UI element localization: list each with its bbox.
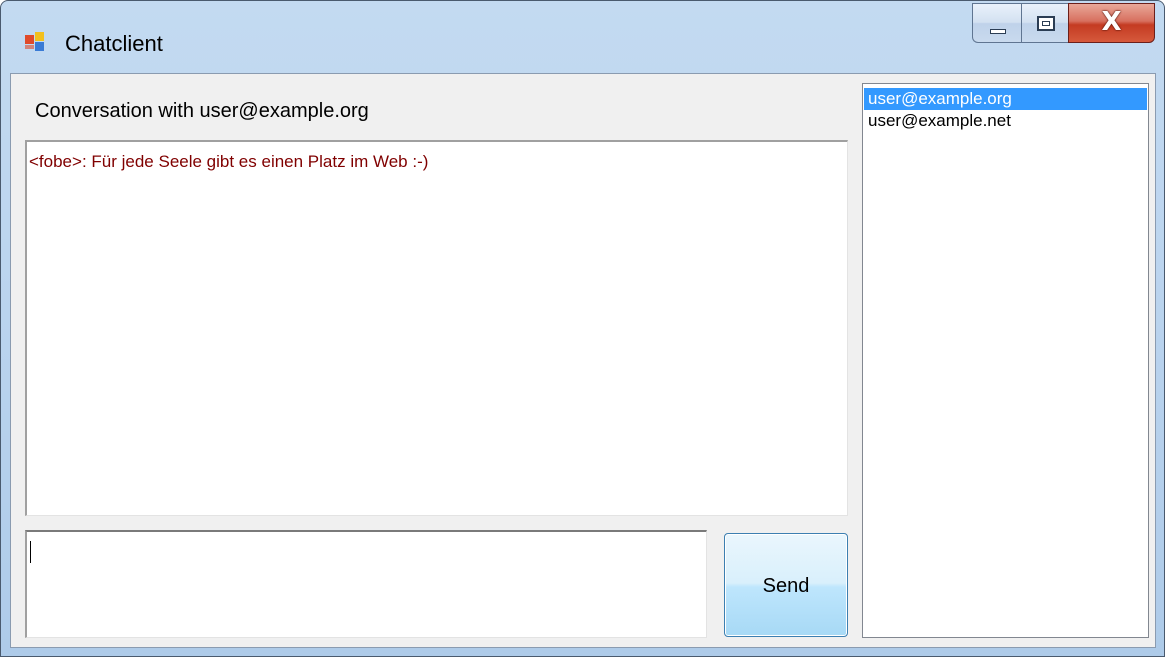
minimize-icon (990, 29, 1006, 34)
client-area: Conversation with user@example.org <fobe… (10, 73, 1156, 648)
maximize-icon (1037, 16, 1055, 31)
app-window: Chatclient X Conversation with user@exam… (0, 0, 1165, 657)
user-list[interactable]: user@example.org user@example.net (862, 83, 1149, 638)
send-button[interactable]: Send (724, 533, 848, 637)
minimize-button[interactable] (972, 3, 1021, 43)
text-caret (30, 541, 31, 563)
close-icon: X (1101, 7, 1122, 37)
maximize-button[interactable] (1021, 3, 1068, 43)
send-button-label: Send (762, 575, 810, 597)
title-bar[interactable]: Chatclient X (1, 1, 1164, 73)
message-input[interactable] (25, 530, 707, 638)
conversation-label: Conversation with user@example.org (35, 100, 369, 122)
caption-buttons: X (972, 3, 1155, 47)
app-window-icon[interactable] (25, 32, 45, 52)
close-button[interactable]: X (1068, 3, 1155, 43)
user-list-item[interactable]: user@example.net (864, 110, 1147, 132)
chat-log[interactable]: <fobe>: Für jede Seele gibt es einen Pla… (25, 140, 848, 516)
user-list-item[interactable]: user@example.org (864, 88, 1147, 110)
window-title: Chatclient (65, 31, 163, 56)
chat-message: <fobe>: Für jede Seele gibt es einen Pla… (29, 152, 429, 171)
